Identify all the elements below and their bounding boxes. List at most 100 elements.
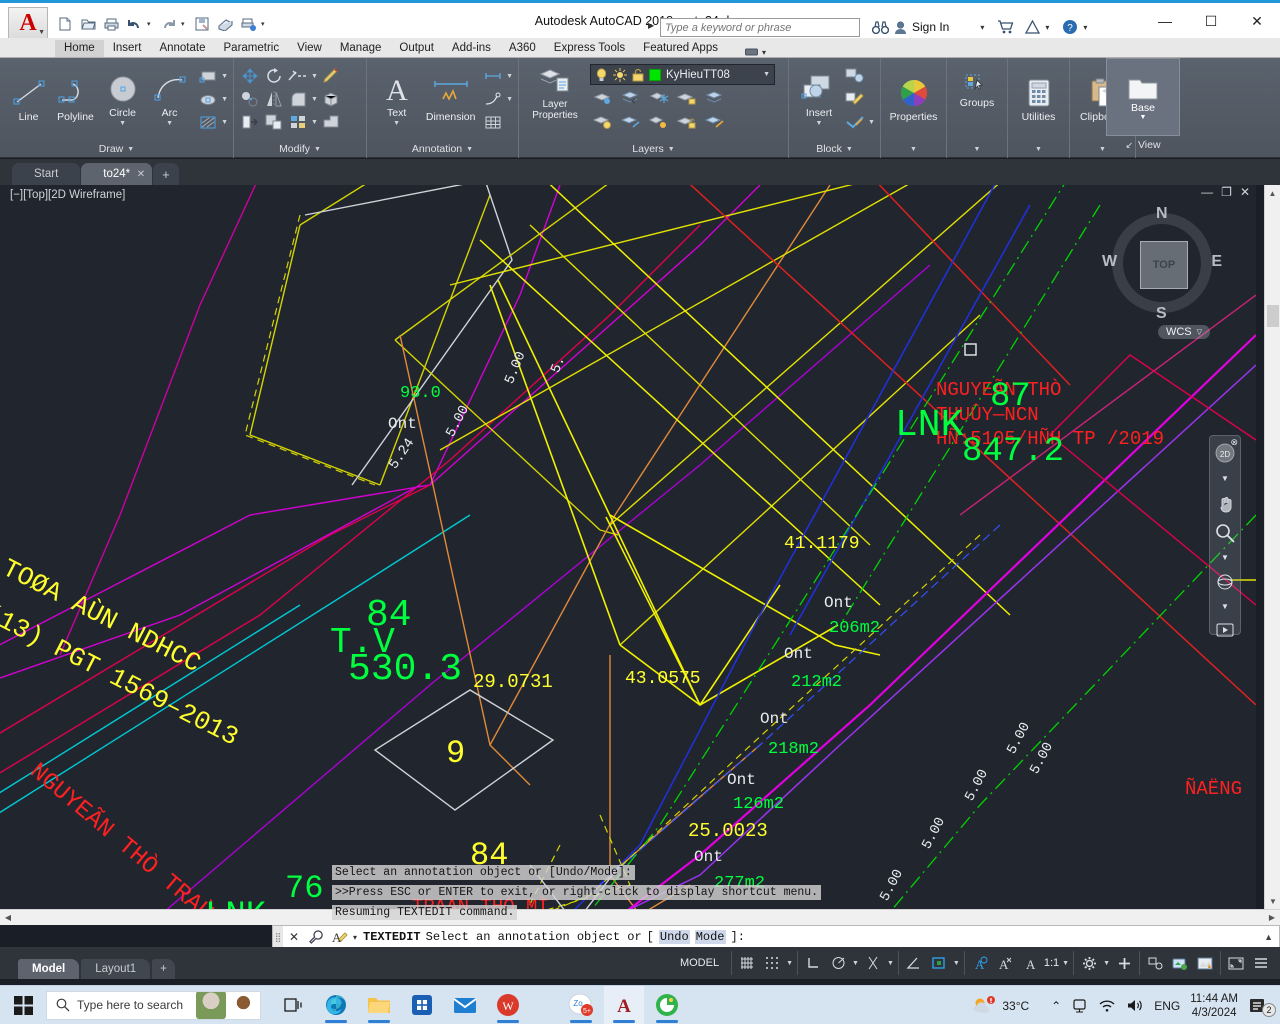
taskbar-clock[interactable]: 11:44 AM 4/3/2024 — [1190, 992, 1238, 1020]
hatch-dropdown-icon[interactable]: ▼ — [221, 119, 228, 126]
panel-groups-title[interactable]: ▼ — [947, 140, 1007, 158]
minimize-button[interactable]: — — [1142, 6, 1188, 36]
new-file-tab-button[interactable]: + — [153, 163, 179, 185]
app-green-icon[interactable] — [647, 986, 687, 1024]
move-icon[interactable] — [239, 65, 261, 87]
chevron-down-icon[interactable]: ▼ — [910, 146, 917, 153]
layer-off-icon[interactable] — [592, 111, 614, 133]
layout-tab-model[interactable]: Model — [18, 959, 80, 979]
command-line[interactable]: ⣿ ✕ A ▾ TEXTEDIT Select an annotation ob… — [272, 925, 1280, 949]
plot-icon[interactable] — [215, 14, 235, 34]
lightbulb-icon[interactable] — [595, 67, 608, 82]
chevron-down-icon[interactable]: ▼ — [466, 146, 473, 153]
grid-icon[interactable] — [736, 952, 758, 974]
viewport-restore-icon[interactable]: ❐ — [1221, 185, 1232, 199]
drawing-text-label[interactable]: 87 — [990, 380, 1031, 414]
ribbon-tab-addins[interactable]: Add-ins — [443, 40, 500, 57]
chevron-down-icon[interactable]: ▼ — [127, 146, 134, 153]
undo-icon[interactable] — [124, 14, 144, 34]
chevron-down-icon[interactable]: ▼ — [1221, 553, 1229, 562]
drawing-text-label[interactable]: 212m2 — [791, 674, 842, 691]
customize-add-icon[interactable] — [1113, 952, 1135, 974]
view-cube-west-label[interactable]: W — [1102, 253, 1117, 271]
qat-more-icon[interactable]: ▾ — [261, 20, 269, 28]
customization-icon[interactable] — [1250, 952, 1272, 974]
model-space-button[interactable]: MODEL — [672, 957, 727, 969]
layer-change-icon[interactable] — [620, 111, 642, 133]
autocad-icon[interactable]: A — [604, 985, 644, 1024]
language-indicator[interactable]: ENG — [1154, 999, 1180, 1013]
layout-tabs[interactable]: Model Layout1 + — [0, 947, 175, 979]
trim-dropdown-icon[interactable]: ▼ — [311, 73, 318, 80]
edge-icon[interactable] — [316, 986, 356, 1024]
sign-in-label[interactable]: Sign In — [912, 20, 949, 34]
annotation-visibility-icon[interactable]: A — [969, 952, 991, 974]
command-history-dropdown-icon[interactable]: ▾ — [353, 933, 357, 942]
quick-access-toolbar[interactable]: ▾ ▾ ▾ — [55, 14, 269, 34]
viewport-close-icon[interactable]: ✕ — [1240, 185, 1250, 199]
osnap-dropdown-icon[interactable]: ▼ — [953, 960, 960, 967]
block-attributes-icon[interactable] — [844, 111, 866, 133]
stretch-icon[interactable] — [239, 111, 261, 133]
scroll-up-icon[interactable]: ▲ — [1265, 185, 1280, 201]
ribbon-tab-insert[interactable]: Insert — [104, 40, 151, 57]
fillet-icon[interactable] — [287, 88, 309, 110]
rotate-icon[interactable] — [263, 65, 285, 87]
object-snap-icon[interactable] — [928, 952, 950, 974]
drawing-text-label[interactable]: 84 — [366, 597, 412, 635]
maximize-button[interactable]: ☐ — [1188, 6, 1234, 36]
annotation-scale-selector[interactable]: 1:1 ▼ — [1044, 957, 1069, 969]
circle-button[interactable]: Circle ▼ — [99, 72, 146, 127]
drawing-text-label[interactable]: 41.1179 — [784, 535, 860, 553]
polar-dropdown-icon[interactable]: ▼ — [852, 960, 859, 967]
task-view-icon[interactable] — [273, 986, 313, 1024]
layer-previous-icon[interactable] — [620, 87, 642, 109]
status-toggles[interactable]: MODEL ▼ ▼ ▼ ▼ A A A 1:1 ▼ ▼ — [668, 951, 1276, 975]
taskbar-apps[interactable]: W Zo 5+ A — [273, 985, 687, 1024]
extrude-icon[interactable] — [320, 111, 342, 133]
arc-button[interactable]: Arc ▼ — [146, 72, 193, 127]
ellipse-dropdown-icon[interactable]: ▼ — [221, 96, 228, 103]
view-cube-east-label[interactable]: E — [1211, 253, 1222, 271]
chevron-down-icon[interactable]: ▼ — [668, 146, 675, 153]
file-tab-bar[interactable]: Start to24* ✕ + — [0, 159, 1280, 185]
layer-freeze-icon[interactable] — [648, 87, 670, 109]
command-option-mode[interactable]: Mode — [694, 930, 726, 944]
panel-view-title[interactable]: ↙ View — [1106, 136, 1180, 154]
view-cube-top-face[interactable]: TOP — [1140, 241, 1188, 289]
redo-dropdown-icon[interactable]: ▾ — [181, 20, 189, 28]
ribbon-tab-manage[interactable]: Manage — [331, 40, 391, 57]
drawing-text-label[interactable]: Ont — [760, 711, 789, 727]
ribbon-tab-express-tools[interactable]: Express Tools — [545, 40, 634, 57]
chevron-down-icon[interactable]: ▼ — [846, 146, 853, 153]
drawing-text-label[interactable]: 93.0 — [400, 385, 441, 402]
base-label[interactable]: Base — [1131, 102, 1155, 114]
redo-icon[interactable] — [158, 14, 178, 34]
wps-office-icon[interactable]: W — [488, 986, 528, 1024]
view-cube-north-label[interactable]: N — [1156, 205, 1168, 223]
close-icon[interactable]: ✕ — [283, 926, 305, 948]
insert-button[interactable]: Insert ▼ — [794, 72, 844, 127]
ribbon-tab-view[interactable]: View — [288, 40, 331, 57]
leader-dropdown-icon[interactable]: ▼ — [506, 96, 513, 103]
table-icon[interactable] — [482, 111, 504, 133]
close-icon[interactable]: ✕ — [137, 169, 145, 180]
chevron-down-icon[interactable]: ▼ — [974, 146, 981, 153]
annotation-scale-icon[interactable]: A — [1019, 952, 1041, 974]
ellipse-icon[interactable] — [197, 88, 219, 110]
ribbon-tab-home[interactable]: Home — [55, 40, 104, 57]
drawing-text-label[interactable]: 29.0731 — [473, 673, 553, 692]
chevron-up-icon[interactable]: ⌃ — [1051, 999, 1061, 1013]
groups-button[interactable]: Groups — [952, 72, 1002, 109]
ucs-selector[interactable]: WCS ▽ — [1157, 325, 1210, 339]
create-block-icon[interactable] — [844, 65, 866, 87]
layer-color-swatch[interactable] — [649, 68, 661, 81]
utilities-button[interactable]: Utilities — [1013, 76, 1064, 123]
panel-layers-title[interactable]: Layers ▼ — [519, 140, 788, 158]
help-dropdown-icon[interactable]: ▾ — [1083, 23, 1087, 32]
autodesk-app-icon[interactable] — [1025, 20, 1041, 34]
print-icon[interactable] — [101, 14, 121, 34]
ribbon-tab-bar[interactable]: Home Insert Annotate Parametric View Man… — [0, 38, 1280, 58]
layer-properties-button[interactable]: Layer Properties — [524, 64, 586, 121]
edit-block-icon[interactable] — [844, 88, 866, 110]
